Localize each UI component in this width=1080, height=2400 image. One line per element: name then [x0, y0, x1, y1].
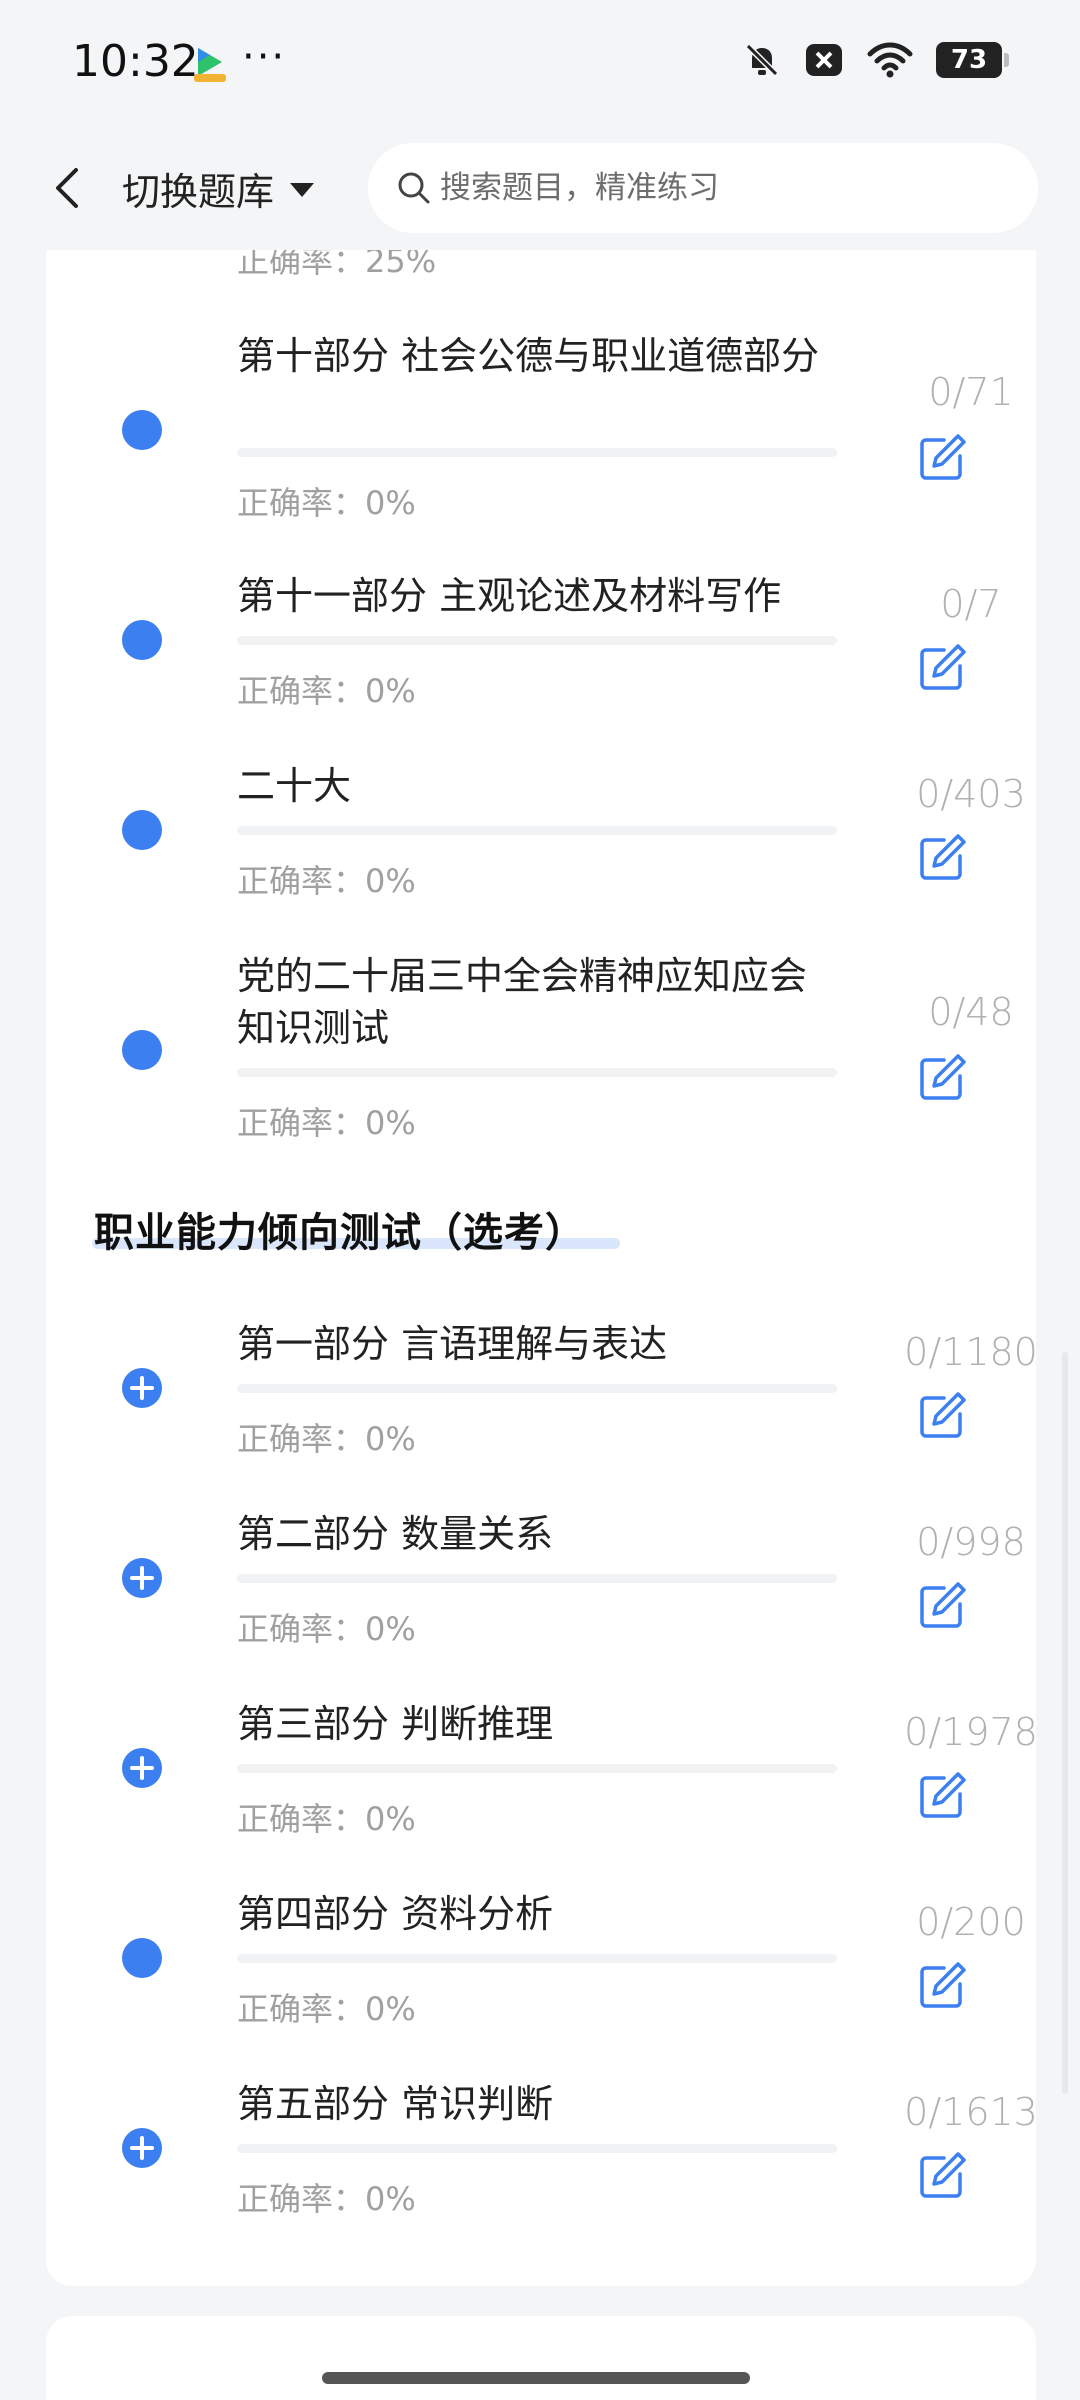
bell-off-icon [745, 43, 779, 77]
edit-practice-icon[interactable] [914, 640, 970, 696]
progress-bar [237, 826, 837, 835]
chapter-title: 第二部分 数量关系 [237, 1512, 554, 1556]
accuracy-rate: 正确率：0% [237, 484, 416, 522]
edit-practice-icon[interactable] [914, 1578, 970, 1634]
search-input[interactable] [440, 170, 1000, 206]
home-indicator[interactable] [322, 2372, 750, 2384]
battery-level: 73 [950, 45, 988, 75]
progress-bar [237, 636, 837, 645]
next-card [46, 2316, 1036, 2400]
progress-bar [237, 1954, 837, 1963]
chapter-title: 二十大 [237, 764, 352, 808]
question-count: 0/71 [928, 370, 1014, 414]
expand-plus-icon[interactable] [122, 1748, 162, 1788]
switch-bank-button[interactable]: 切换题库 [122, 161, 315, 216]
chapter-card [46, 230, 1036, 2286]
switch-bank-label: 切换题库 [122, 170, 275, 214]
question-count: 0/200 [916, 1900, 1026, 1944]
accuracy-rate: 正确率：0% [237, 2180, 416, 2218]
chapter-title: 第十一部分 主观论述及材料写作 [237, 574, 782, 618]
chapter-title: 第四部分 资料分析 [237, 1892, 554, 1936]
status-bar: 10:32 ··· 73 [0, 0, 1080, 125]
video-app-icon [194, 48, 226, 82]
chapter-title: 党的二十届三中全会精神应知应会知识测试 [237, 954, 808, 1050]
question-count: 0/998 [916, 1520, 1026, 1564]
chevron-left-icon [56, 168, 78, 208]
accuracy-rate: 正确率：0% [237, 862, 416, 900]
edit-practice-icon[interactable] [914, 1050, 970, 1106]
back-button[interactable] [42, 160, 92, 216]
question-count: 0/1613 [904, 2090, 1038, 2134]
accuracy-rate: 正确率：0% [237, 1610, 416, 1648]
status-dot-icon [122, 410, 162, 450]
status-dot-icon [122, 810, 162, 850]
edit-practice-icon[interactable] [914, 2148, 970, 2204]
expand-plus-icon[interactable] [122, 1368, 162, 1408]
chapter-title: 第三部分 判断推理 [237, 1702, 554, 1746]
progress-bar [237, 1068, 837, 1077]
close-box-icon [806, 44, 842, 76]
status-time: 10:32 [72, 36, 199, 87]
question-count: 0/403 [916, 772, 1026, 816]
question-count: 0/48 [928, 990, 1014, 1034]
accuracy-rate: 正确率：0% [237, 1800, 416, 1838]
progress-bar [237, 1764, 837, 1773]
status-dot-icon [122, 620, 162, 660]
caret-down-icon [290, 182, 315, 197]
edit-practice-icon[interactable] [914, 430, 970, 486]
edit-practice-icon[interactable] [914, 1388, 970, 1444]
progress-bar [237, 448, 837, 457]
scrollbar[interactable] [1062, 1352, 1068, 2094]
status-dot-icon [122, 1938, 162, 1978]
question-count: 0/1180 [904, 1330, 1038, 1374]
battery-icon: 73 [936, 42, 1009, 78]
expand-plus-icon[interactable] [122, 1558, 162, 1598]
expand-plus-icon[interactable] [122, 2128, 162, 2168]
progress-bar [237, 1384, 837, 1393]
edit-practice-icon[interactable] [914, 1958, 970, 2014]
edit-practice-icon[interactable] [914, 1768, 970, 1824]
wifi-icon [867, 42, 913, 78]
question-count: 0/1978 [904, 1710, 1038, 1754]
edit-practice-icon[interactable] [914, 830, 970, 886]
chapter-title: 第十部分 社会公德与职业道德部分 [237, 334, 820, 378]
status-icons: 73 [742, 40, 1009, 80]
search-icon [398, 172, 430, 204]
accuracy-rate: 正确率：0% [237, 1104, 416, 1142]
question-count: 0/7 [940, 582, 1002, 626]
header: 切换题库 [0, 125, 1080, 250]
chapter-title: 第一部分 言语理解与表达 [237, 1322, 668, 1366]
chapter-title: 第五部分 常识判断 [237, 2082, 554, 2126]
accuracy-rate: 正确率：0% [237, 1990, 416, 2028]
accuracy-rate: 正确率：0% [237, 672, 416, 710]
status-more-dots: ··· [242, 34, 287, 80]
progress-bar [237, 2144, 837, 2153]
status-dot-icon [122, 1030, 162, 1070]
accuracy-rate: 正确率：0% [237, 1420, 416, 1458]
progress-bar [237, 1574, 837, 1583]
search-bar[interactable] [368, 143, 1038, 233]
section-title: 职业能力倾向测试（选考） [94, 1210, 586, 1256]
